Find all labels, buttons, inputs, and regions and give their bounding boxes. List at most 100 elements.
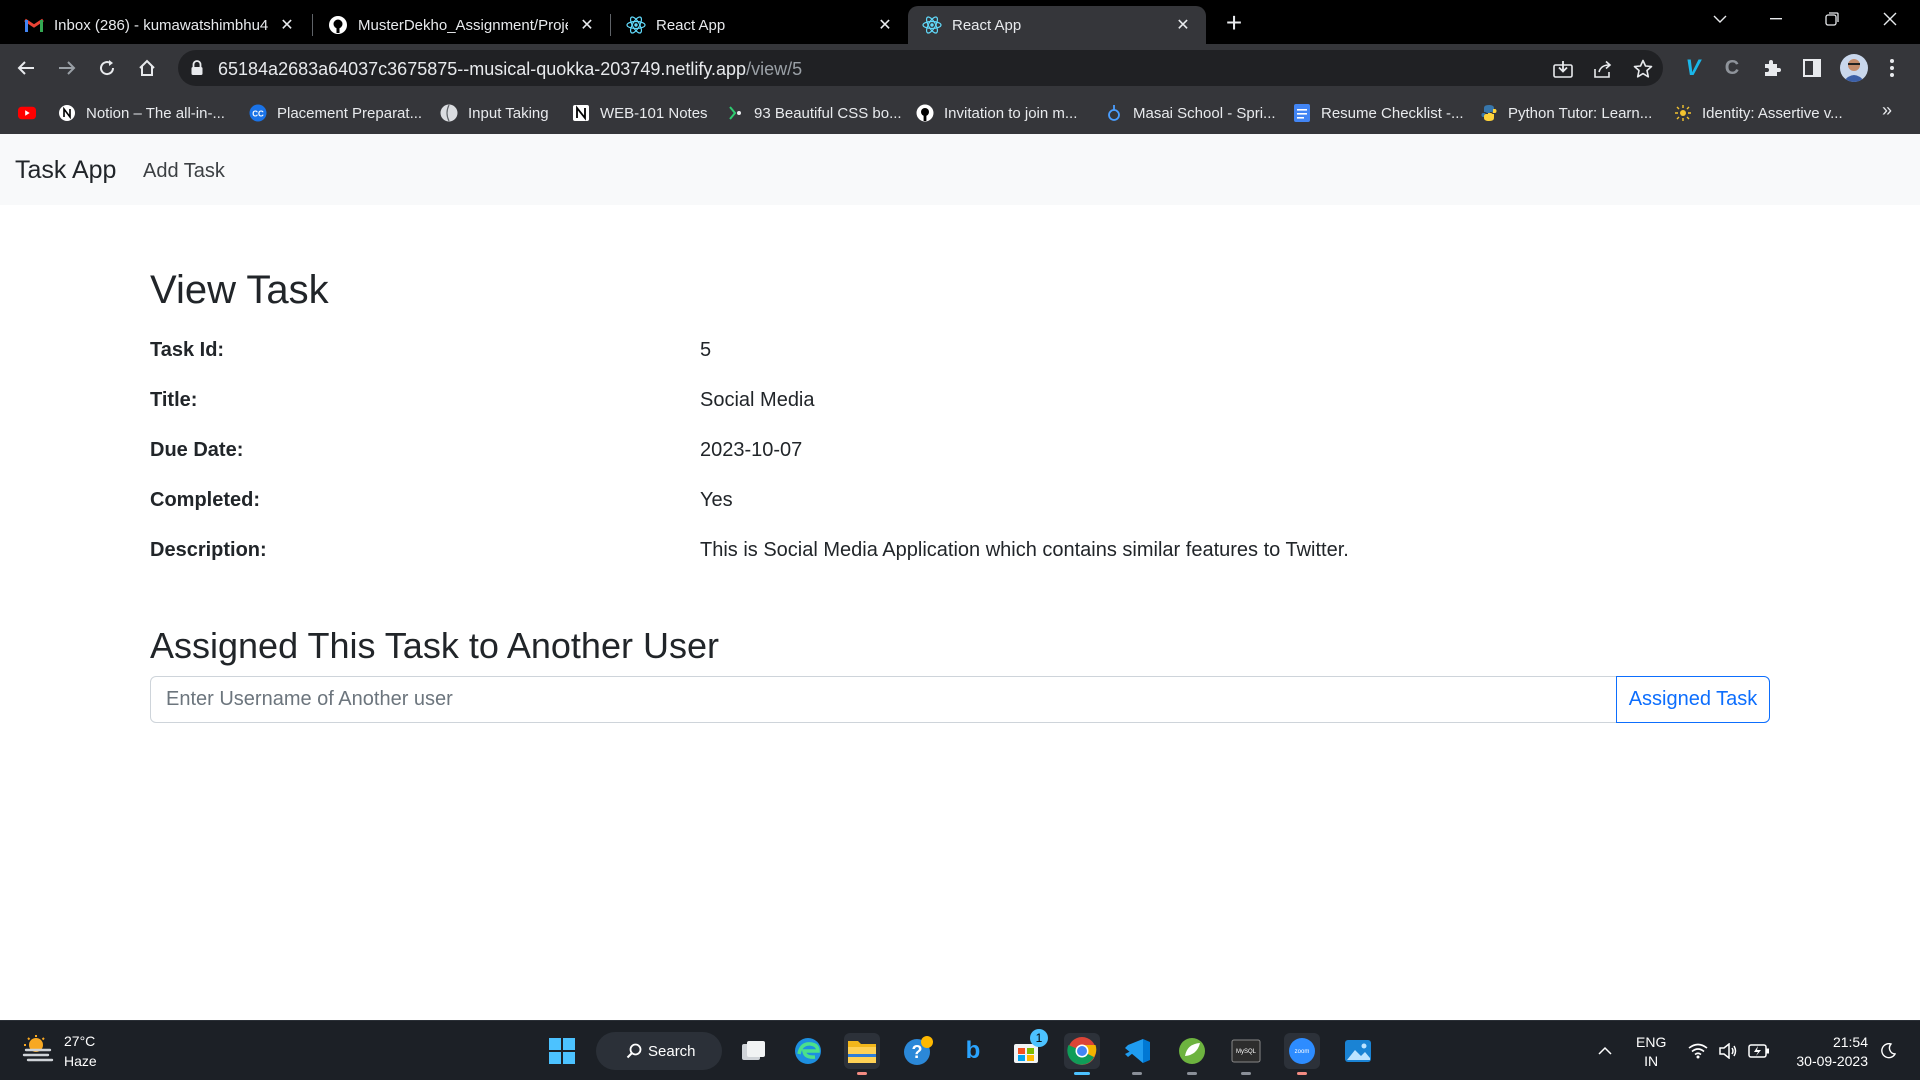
back-arrow-icon[interactable]: [10, 52, 42, 84]
chrome-icon[interactable]: [1064, 1033, 1100, 1075]
description-row: Description: This is Social Media Applic…: [150, 539, 1770, 569]
minimize-icon[interactable]: [1748, 0, 1804, 38]
bookmark-resume[interactable]: Resume Checklist -...: [1293, 102, 1464, 124]
search-icon: [626, 1043, 642, 1063]
close-tab-icon[interactable]: ✕: [276, 14, 298, 36]
bookmark-invitation[interactable]: Invitation to join m...: [916, 102, 1077, 124]
lock-icon[interactable]: [190, 60, 206, 76]
description-value: This is Social Media Application which c…: [700, 539, 1349, 561]
microsoft-store-icon[interactable]: 1: [1008, 1029, 1048, 1069]
extension-c-icon[interactable]: C: [1718, 54, 1746, 82]
tab-react-app-active[interactable]: React App ✕: [908, 6, 1206, 44]
tab-title: React App: [952, 16, 1022, 34]
completed-value: Yes: [700, 489, 733, 511]
bookmark-input-taking[interactable]: Input Taking: [440, 102, 549, 124]
task-title-value: Social Media: [700, 389, 815, 411]
svg-text:?: ?: [912, 1042, 923, 1062]
bookmark-masai[interactable]: Masai School - Spri...: [1105, 102, 1276, 124]
tab-search-chevron-icon[interactable]: [1692, 0, 1748, 38]
windows-start-icon[interactable]: [544, 1033, 580, 1069]
volume-icon[interactable]: [1718, 1021, 1738, 1080]
bookmark-youtube[interactable]: [18, 102, 46, 124]
system-clock[interactable]: 21:54 30-09-2023: [1786, 1033, 1868, 1071]
browser-toolbar: 65184a2683a64037c3675875--musical-quokka…: [0, 44, 1920, 92]
more-bookmarks-icon[interactable]: »: [1882, 100, 1892, 121]
due-date-row: Due Date: 2023-10-07: [150, 439, 1770, 469]
bookmark-python-tutor[interactable]: Python Tutor: Learn...: [1480, 102, 1652, 124]
bookmarks-bar: Notion – The all-in-... CC Placement Pre…: [0, 92, 1920, 134]
install-app-icon[interactable]: [1552, 58, 1574, 80]
edge-browser-icon[interactable]: [790, 1033, 826, 1069]
profile-avatar[interactable]: [1840, 54, 1868, 82]
show-hidden-icons-chevron[interactable]: [1598, 1021, 1612, 1080]
youtube-icon: [18, 104, 36, 122]
vscode-icon[interactable]: [1119, 1033, 1155, 1075]
bookmark-placement[interactable]: CC Placement Preparat...: [249, 102, 422, 124]
tab-divider: [312, 14, 313, 36]
address-bar[interactable]: 65184a2683a64037c3675875--musical-quokka…: [178, 50, 1663, 86]
bookmark-identity[interactable]: Identity: Assertive v...: [1674, 102, 1843, 124]
clock-date: 30-09-2023: [1796, 1053, 1868, 1069]
bookmark-label: Input Taking: [468, 104, 549, 122]
language-code: ENG: [1636, 1034, 1667, 1050]
bookmark-css[interactable]: 93 Beautiful CSS bo...: [726, 102, 902, 124]
running-indicator: [1187, 1072, 1197, 1075]
zoom-icon[interactable]: zoom: [1284, 1033, 1320, 1075]
close-tab-icon[interactable]: ✕: [576, 14, 598, 36]
close-window-icon[interactable]: [1862, 0, 1918, 38]
bookmark-web101[interactable]: WEB-101 Notes: [572, 102, 708, 124]
tab-github-repo[interactable]: MusterDekho_Assignment/Proje ✕: [314, 6, 610, 44]
forward-arrow-icon[interactable]: [51, 52, 83, 84]
wifi-icon[interactable]: [1688, 1021, 1708, 1080]
task-id-value: 5: [700, 339, 712, 361]
task-view-icon[interactable]: [736, 1033, 772, 1069]
docs-icon: [1293, 104, 1311, 122]
url-text[interactable]: 65184a2683a64037c3675875--musical-quokka…: [218, 59, 802, 80]
tab-react-app[interactable]: React App ✕: [612, 6, 908, 44]
add-task-link[interactable]: Add Task: [143, 160, 225, 183]
taskbar-search[interactable]: Search: [596, 1032, 722, 1070]
tab-divider: [610, 14, 611, 36]
focus-moon-icon[interactable]: [1880, 1021, 1896, 1080]
language-indicator[interactable]: ENG IN: [1636, 1033, 1666, 1071]
vimeo-extension-icon[interactable]: V: [1679, 54, 1707, 82]
mysql-shell-icon[interactable]: MySQL: [1228, 1033, 1264, 1075]
spring-tool-icon[interactable]: [1174, 1033, 1210, 1075]
restore-icon[interactable]: [1804, 0, 1860, 38]
bookmark-notion[interactable]: Notion – The all-in-...: [58, 102, 225, 124]
bookmark-label: 93 Beautiful CSS bo...: [754, 104, 902, 122]
new-tab-button[interactable]: +: [1218, 7, 1250, 39]
close-tab-icon[interactable]: ✕: [1172, 14, 1194, 36]
weather-condition: Haze: [64, 1053, 97, 1069]
menu-kebab-icon[interactable]: [1878, 54, 1906, 82]
username-input[interactable]: [150, 676, 1617, 723]
bing-icon[interactable]: b: [955, 1033, 991, 1069]
reload-icon[interactable]: [91, 52, 123, 84]
home-icon[interactable]: [131, 52, 163, 84]
task-title-row: Title: Social Media: [150, 389, 1770, 419]
weather-haze-icon: [22, 1034, 54, 1068]
bookmark-label: Notion – The all-in-...: [86, 104, 225, 122]
bookmark-label: Placement Preparat...: [277, 104, 423, 122]
battery-charging-icon[interactable]: [1748, 1021, 1770, 1080]
task-id-row: Task Id: 5: [150, 339, 1770, 369]
clock-time: 21:54: [1832, 1034, 1868, 1050]
share-icon[interactable]: [1593, 58, 1615, 80]
bookmark-label: Identity: Assertive v...: [1702, 104, 1843, 122]
extensions-puzzle-icon[interactable]: [1758, 54, 1786, 82]
github-icon: [328, 15, 348, 35]
get-help-icon[interactable]: ?: [900, 1033, 936, 1069]
github-icon: [916, 104, 934, 122]
close-tab-icon[interactable]: ✕: [874, 14, 896, 36]
file-explorer-icon[interactable]: [844, 1033, 880, 1075]
url-host: 65184a2683a64037c3675875--musical-quokka…: [218, 59, 747, 79]
notion-icon: [58, 104, 76, 122]
photos-icon[interactable]: [1340, 1033, 1376, 1069]
bookmark-star-icon[interactable]: [1632, 58, 1654, 80]
assign-task-heading: Assigned This Task to Another User: [150, 625, 719, 666]
weather-widget[interactable]: 27°C Haze: [22, 1031, 97, 1071]
tab-gmail-inbox[interactable]: Inbox (286) - kumawatshimbhu4 ✕: [10, 6, 310, 44]
side-panel-icon[interactable]: [1798, 54, 1826, 82]
assign-task-button[interactable]: Assigned Task: [1616, 676, 1770, 723]
app-brand-link[interactable]: Task App: [15, 156, 116, 185]
